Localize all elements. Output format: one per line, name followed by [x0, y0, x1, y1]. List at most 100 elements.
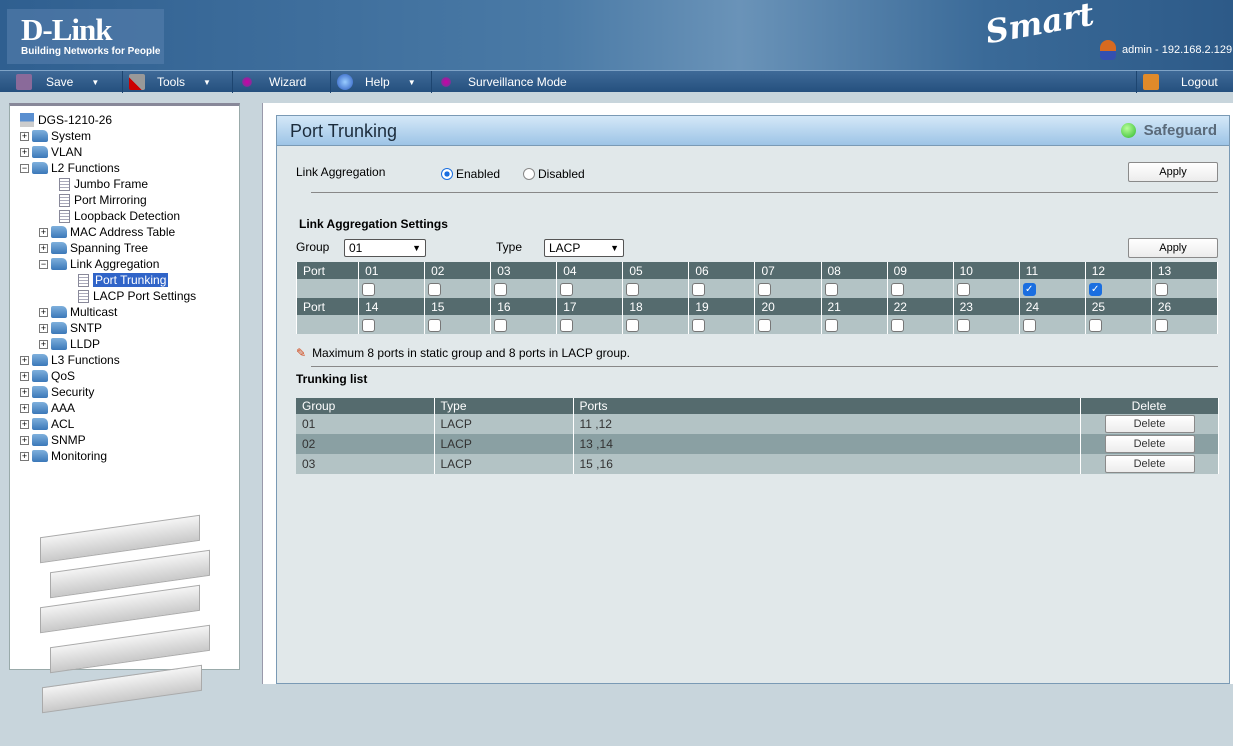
port-trunking-card: Port Trunking Safeguard Link Aggregation…	[276, 115, 1230, 684]
user-icon	[1100, 40, 1116, 60]
port-22-checkbox[interactable]	[890, 318, 904, 332]
divider	[311, 366, 1218, 367]
expand-icon[interactable]: +	[39, 323, 48, 333]
page-title: Port Trunking	[290, 121, 398, 141]
document-icon	[78, 273, 89, 287]
radio-icon[interactable]	[523, 168, 535, 180]
delete-button[interactable]: Delete	[1104, 435, 1195, 453]
port-26-checkbox[interactable]	[1154, 318, 1168, 332]
collapse-icon[interactable]: −	[20, 163, 29, 173]
port-17-checkbox[interactable]	[560, 318, 574, 332]
port-08-checkbox[interactable]	[824, 282, 838, 296]
expand-icon[interactable]: +	[20, 147, 29, 157]
tree-item-acl[interactable]: + ACL	[20, 416, 74, 432]
key-icon	[1143, 74, 1159, 90]
tree-item-lldp[interactable]: + LLDP	[39, 336, 100, 352]
port-02-checkbox[interactable]	[428, 282, 442, 296]
brand-tagline: Building Networks for People	[21, 46, 161, 57]
apply-link-aggregation-button[interactable]: Apply	[1128, 162, 1218, 182]
port-24-checkbox[interactable]	[1022, 318, 1036, 332]
port-11-checkbox[interactable]: ✓	[1022, 282, 1036, 296]
expand-icon[interactable]: +	[39, 339, 48, 349]
expand-icon[interactable]: +	[20, 355, 29, 365]
group-select[interactable]: 01 ▼	[344, 239, 426, 257]
port-05-checkbox[interactable]	[626, 282, 640, 296]
tree-item-multicast[interactable]: + Multicast	[39, 304, 117, 320]
radio-disabled[interactable]: Disabled	[523, 167, 585, 181]
chevron-down-icon: ▼	[412, 243, 421, 253]
tree-item-qos[interactable]: + QoS	[20, 368, 75, 384]
tree-item-lacp-port-settings[interactable]: LACP Port Settings	[78, 288, 196, 304]
menu-save[interactable]: Save ▼	[10, 71, 99, 93]
tree-item-port-mirroring[interactable]: Port Mirroring	[59, 192, 147, 208]
port-14-checkbox[interactable]	[362, 318, 376, 332]
tree-item-monitoring[interactable]: + Monitoring	[20, 448, 107, 464]
tree-item-sntp[interactable]: + SNTP	[39, 320, 102, 336]
expand-icon[interactable]: +	[20, 435, 29, 445]
tree-item-mac-address-table[interactable]: + MAC Address Table	[39, 224, 175, 240]
delete-button[interactable]: Delete	[1104, 455, 1195, 473]
port-10-checkbox[interactable]	[956, 282, 970, 296]
tree-item-aaa[interactable]: + AAA	[20, 400, 75, 416]
port-25-checkbox[interactable]	[1088, 318, 1102, 332]
tree-item-loopback-detection[interactable]: Loopback Detection	[59, 208, 180, 224]
tree-item-vlan[interactable]: + VLAN	[20, 144, 82, 160]
port-01-checkbox[interactable]	[362, 282, 376, 296]
tree-item-dgs-1210-26[interactable]: DGS-1210-26	[20, 112, 112, 128]
column-header: Type	[434, 398, 574, 414]
tree-item-system[interactable]: + System	[20, 128, 91, 144]
port-09-checkbox[interactable]	[890, 282, 904, 296]
tree-item-port-trunking[interactable]: Port Trunking	[78, 272, 169, 288]
type-label: Type	[496, 240, 523, 254]
tree-item-link-aggregation[interactable]: − Link Aggregation	[39, 256, 159, 272]
tree-item-spanning-tree[interactable]: + Spanning Tree	[39, 240, 148, 256]
expand-icon[interactable]: +	[20, 371, 29, 381]
expand-icon[interactable]: +	[20, 387, 29, 397]
delete-button[interactable]: Delete	[1104, 415, 1195, 433]
tree-item-jumbo-frame[interactable]: Jumbo Frame	[59, 176, 148, 192]
tree-item-l2-functions[interactable]: − L2 Functions	[20, 160, 120, 176]
port-18-checkbox[interactable]	[626, 318, 640, 332]
header-banner: D-Link Building Networks for People Smar…	[0, 0, 1233, 70]
wand-icon	[438, 74, 454, 90]
menu-wizard[interactable]: Wizard	[232, 71, 306, 93]
tree-item-l3-functions[interactable]: + L3 Functions	[20, 352, 120, 368]
port-13-checkbox[interactable]	[1154, 282, 1168, 296]
port-06-checkbox[interactable]	[692, 282, 706, 296]
port-04-checkbox[interactable]	[560, 282, 574, 296]
computer-icon	[20, 113, 34, 127]
expand-icon[interactable]: +	[20, 403, 29, 413]
port-21-checkbox[interactable]	[824, 318, 838, 332]
collapse-icon[interactable]: −	[39, 259, 48, 269]
port-12-checkbox[interactable]: ✓	[1088, 282, 1102, 296]
port-number-row: Port 01 02 03 04 05 06 07 08 09 10 11 12 13	[295, 262, 1219, 279]
expand-icon[interactable]: +	[39, 243, 48, 253]
tree-item-snmp[interactable]: + SNMP	[20, 432, 86, 448]
port-15-checkbox[interactable]	[428, 318, 442, 332]
radio-icon[interactable]	[441, 168, 453, 180]
menu-help[interactable]: Help ▼	[330, 71, 416, 93]
expand-icon[interactable]: +	[20, 131, 29, 141]
folder-icon	[32, 450, 48, 462]
port-16-checkbox[interactable]	[494, 318, 508, 332]
port-07-checkbox[interactable]	[758, 282, 772, 296]
column-header: Delete	[1080, 398, 1219, 414]
logout-button[interactable]: Logout	[1136, 71, 1218, 93]
expand-icon[interactable]: +	[20, 451, 29, 461]
port-20-checkbox[interactable]	[758, 318, 772, 332]
expand-icon[interactable]: +	[39, 227, 48, 237]
menu-surveillance-mode[interactable]: Surveillance Mode	[431, 71, 567, 93]
radio-enabled[interactable]: Enabled	[441, 167, 500, 181]
type-select[interactable]: LACP ▼	[544, 239, 624, 257]
navigation-tree-panel: DGS-1210-26 + System + VLAN − L2 Functions Jumb…	[9, 103, 240, 714]
tree-item-security[interactable]: + Security	[20, 384, 94, 400]
apply-settings-button[interactable]: Apply	[1128, 238, 1218, 258]
expand-icon[interactable]: +	[39, 307, 48, 317]
port-19-checkbox[interactable]	[692, 318, 706, 332]
folder-icon	[32, 162, 48, 174]
wand-icon	[239, 74, 255, 90]
menu-tools[interactable]: Tools ▼	[122, 71, 211, 93]
expand-icon[interactable]: +	[20, 419, 29, 429]
port-23-checkbox[interactable]	[956, 318, 970, 332]
port-03-checkbox[interactable]	[494, 282, 508, 296]
